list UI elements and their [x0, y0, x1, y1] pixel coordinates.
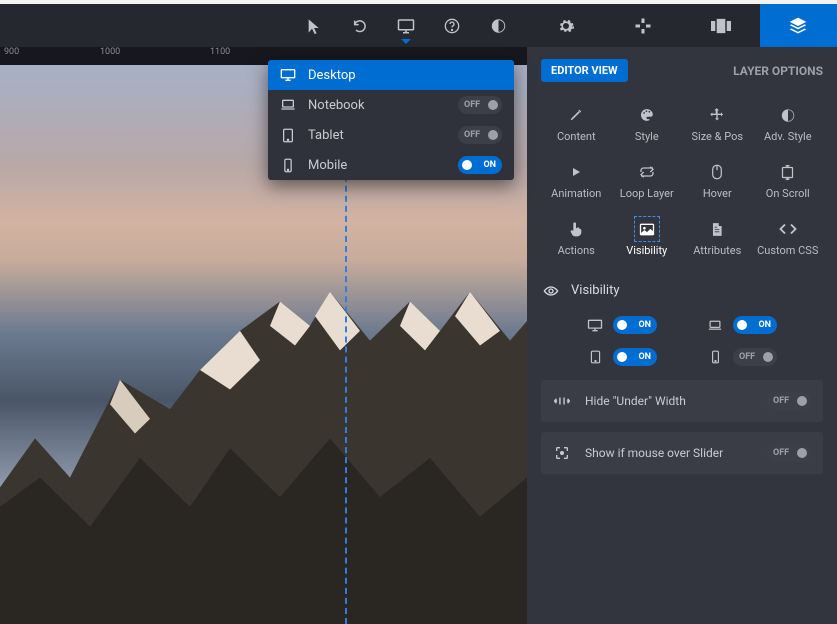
toggle-notebook[interactable]: OFF [458, 96, 502, 114]
dropdown-label: Mobile [308, 158, 446, 173]
editor-view-badge[interactable]: EDITOR VIEW [541, 59, 628, 82]
file-icon [708, 220, 726, 238]
arrows-h-icon [553, 392, 571, 410]
ruler-tick: 1000 [100, 47, 120, 57]
undo-icon[interactable] [351, 17, 369, 35]
tab-navigation[interactable] [605, 4, 683, 47]
ruler-tick: 1100 [210, 47, 230, 57]
target-icon [553, 444, 571, 462]
code-icon [779, 220, 797, 238]
contrast-icon [779, 106, 797, 124]
desktop-icon [280, 68, 296, 82]
right-panel: EDITOR VIEW LAYER OPTIONS Content Style … [527, 47, 837, 624]
pencil-icon [567, 106, 585, 124]
desktop-icon [587, 317, 603, 333]
mountain-image [0, 233, 527, 624]
contrast-icon[interactable] [489, 17, 507, 35]
viewport-dropdown: Desktop Notebook OFF Tablet OFF Mobile O… [268, 60, 514, 180]
finger-icon [567, 220, 585, 238]
grid-attributes[interactable]: Attributes [682, 210, 753, 267]
toggle-mouse-over[interactable]: OFF [767, 444, 811, 462]
toggle-mobile[interactable]: ON [458, 156, 502, 174]
tab-settings[interactable] [527, 4, 605, 47]
cursor-tool-icon[interactable] [305, 17, 323, 35]
top-bar [0, 0, 837, 47]
tablet-icon [280, 128, 296, 143]
vis-desktop: ON [587, 316, 657, 334]
toggle-vis-desktop[interactable]: ON [613, 316, 657, 334]
grid-animation[interactable]: Animation [541, 153, 612, 210]
mobile-icon [707, 349, 723, 365]
visibility-row-1: ON ON [541, 316, 823, 334]
dropdown-label: Tablet [308, 128, 446, 143]
visibility-row-2: ON OFF [541, 348, 823, 366]
dropdown-item-tablet[interactable]: Tablet OFF [268, 120, 514, 150]
section-visibility-header: Visibility [543, 283, 823, 298]
viewport-icon[interactable] [397, 17, 415, 35]
tablet-icon [587, 349, 603, 365]
grid-sizepos[interactable]: Size & Pos [682, 96, 753, 153]
loop-icon [638, 163, 656, 181]
property-grid: Content Style Size & Pos Adv. Style Anim… [541, 96, 823, 267]
grid-onscroll[interactable]: On Scroll [753, 153, 824, 210]
play-icon [567, 163, 585, 181]
tab-layers[interactable] [760, 4, 837, 47]
dropdown-item-mobile[interactable]: Mobile ON [268, 150, 514, 180]
grid-hover[interactable]: Hover [682, 153, 753, 210]
toggle-tablet[interactable]: OFF [458, 126, 502, 144]
mobile-icon [280, 158, 296, 173]
grid-advstyle[interactable]: Adv. Style [753, 96, 824, 153]
option-label: Show if mouse over Slider [585, 446, 753, 460]
grid-style[interactable]: Style [612, 96, 683, 153]
toggle-vis-mobile[interactable]: OFF [733, 348, 777, 366]
dropdown-item-desktop[interactable]: Desktop [268, 60, 514, 90]
dropdown-label: Notebook [308, 98, 446, 113]
grid-looplayer[interactable]: Loop Layer [612, 153, 683, 210]
main-tabs [527, 4, 837, 47]
dropdown-label: Desktop [308, 68, 502, 83]
tab-slides[interactable] [682, 4, 760, 47]
layer-options-label[interactable]: LAYER OPTIONS [733, 64, 823, 78]
vis-laptop: ON [707, 316, 777, 334]
panel-header: EDITOR VIEW LAYER OPTIONS [541, 59, 823, 82]
toggle-vis-laptop[interactable]: ON [733, 316, 777, 334]
grid-actions[interactable]: Actions [541, 210, 612, 267]
help-icon[interactable] [443, 17, 461, 35]
move-icon [708, 106, 726, 124]
grid-content[interactable]: Content [541, 96, 612, 153]
option-label: Hide "Under" Width [585, 394, 753, 408]
vis-mobile: OFF [707, 348, 777, 366]
grid-customcss[interactable]: Custom CSS [753, 210, 824, 267]
mouse-icon [708, 163, 726, 181]
laptop-icon [707, 317, 723, 333]
image-icon [638, 220, 656, 238]
grid-visibility[interactable]: Visibility [612, 210, 683, 267]
vis-tablet: ON [587, 348, 657, 366]
option-hide-under: Hide "Under" Width OFF [541, 380, 823, 422]
dropdown-item-notebook[interactable]: Notebook OFF [268, 90, 514, 120]
toolbar-left [0, 4, 527, 47]
ruler-tick: 900 [4, 47, 19, 57]
toggle-vis-tablet[interactable]: ON [613, 348, 657, 366]
scroll-icon [779, 163, 797, 181]
palette-icon [638, 106, 656, 124]
laptop-icon [280, 99, 296, 111]
eye-icon [543, 285, 559, 297]
option-mouse-over: Show if mouse over Slider OFF [541, 432, 823, 474]
section-title: Visibility [571, 283, 620, 298]
toggle-hide-under[interactable]: OFF [767, 392, 811, 410]
